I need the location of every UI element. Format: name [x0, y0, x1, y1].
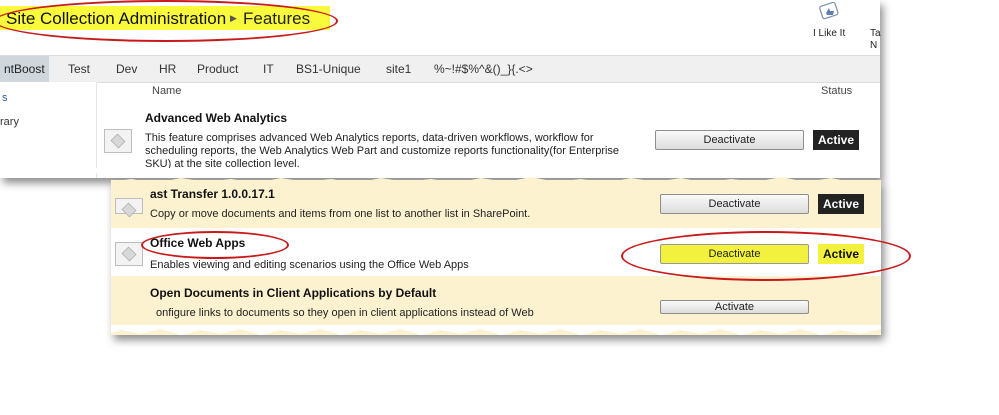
nav-item-special-chars[interactable]: %~!#$%^&()_}{.<>: [434, 62, 533, 76]
feature-description: onfigure links to documents so they open…: [156, 307, 534, 319]
nav-item-hr[interactable]: HR: [159, 62, 176, 76]
deactivate-button[interactable]: Deactivate: [655, 130, 804, 150]
thumbs-up-tag-icon[interactable]: [818, 2, 842, 20]
feature-title: Open Documents in Client Applications by…: [150, 286, 437, 300]
column-header-status[interactable]: Status: [821, 85, 852, 97]
status-badge: Active: [813, 130, 860, 150]
top-navigation-bar: ntBoost Test Dev HR Product IT BS1-Uniqu…: [0, 55, 880, 83]
i-like-it-label[interactable]: I Like It: [813, 28, 845, 39]
title-bar: Site Collection Administration ▶ Feature…: [0, 0, 881, 52]
feature-description: Copy or move documents and items from on…: [150, 208, 531, 220]
action-annotation-ellipse: [621, 231, 911, 281]
quick-launch-item-library[interactable]: rary: [0, 116, 19, 128]
activate-button[interactable]: Activate: [660, 300, 809, 314]
tags-notes-label[interactable]: Ta N: [870, 28, 890, 52]
feature-puzzle-icon: [115, 198, 143, 214]
nav-item-pointboost[interactable]: ntBoost: [0, 56, 49, 82]
quick-launch: s rary: [0, 82, 97, 178]
deactivate-button[interactable]: Deactivate: [660, 194, 809, 214]
feature-title: Advanced Web Analytics: [145, 111, 288, 125]
nav-item-test[interactable]: Test: [68, 62, 90, 76]
status-badge: Active: [818, 194, 865, 214]
nav-item-it[interactable]: IT: [263, 62, 274, 76]
nav-item-bs1-unique[interactable]: BS1-Unique: [296, 62, 361, 76]
column-header-name[interactable]: Name: [152, 85, 181, 97]
torn-edge: [111, 325, 881, 335]
feature-title: ast Transfer 1.0.0.17.1: [150, 187, 275, 201]
feature-description: Enables viewing and editing scenarios us…: [150, 259, 469, 271]
feature-puzzle-icon: [115, 242, 143, 266]
title-annotation-ellipse: [0, 0, 338, 42]
features-page-snippet-bottom: ast Transfer 1.0.0.17.1 Copy or move doc…: [111, 177, 911, 335]
nav-item-dev[interactable]: Dev: [116, 62, 137, 76]
torn-edge: [111, 177, 881, 186]
nav-item-product[interactable]: Product: [197, 62, 238, 76]
feature-puzzle-icon: [104, 129, 132, 153]
features-page-snippet-top: Site Collection Administration ▶ Feature…: [0, 0, 881, 178]
title-annotation-ellipse: [141, 231, 289, 259]
nav-item-site1[interactable]: site1: [386, 62, 411, 76]
quick-launch-item[interactable]: s: [2, 92, 8, 104]
feature-description: This feature comprises advanced Web Anal…: [145, 132, 620, 170]
